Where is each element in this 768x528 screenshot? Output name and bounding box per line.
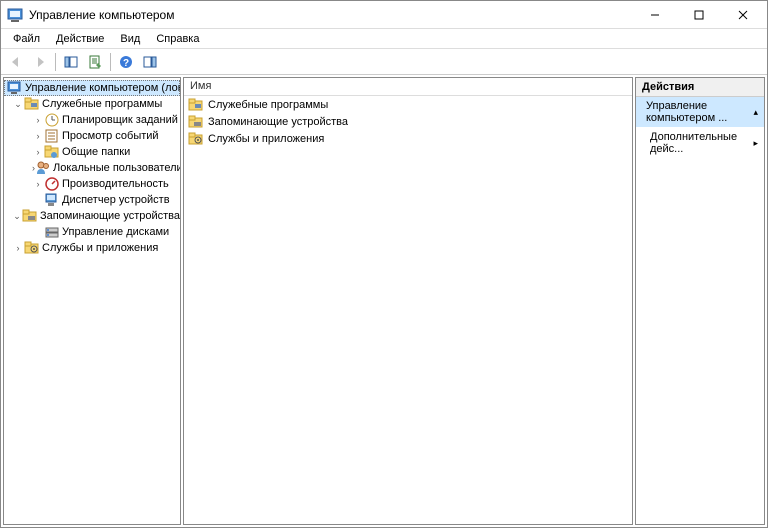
show-hide-tree-button[interactable]	[60, 51, 82, 73]
event-viewer-icon	[44, 128, 60, 144]
computer-management-icon	[7, 80, 23, 96]
tree-root[interactable]: Управление компьютером (локальным)	[4, 80, 180, 96]
blank-twisty	[32, 195, 44, 205]
tree-performance[interactable]: › Производительность	[4, 176, 180, 192]
list-item-label: Запоминающие устройства	[208, 116, 348, 128]
actions-more-label: Дополнительные дейс...	[650, 131, 753, 155]
list-item-services-apps[interactable]: Службы и приложения	[184, 130, 632, 147]
menubar: Файл Действие Вид Справка	[1, 29, 767, 49]
shared-folders-icon	[44, 144, 60, 160]
scheduler-icon	[44, 112, 60, 128]
menu-action[interactable]: Действие	[48, 31, 112, 47]
tree-system-tools[interactable]: ⌄ Служебные программы	[4, 96, 180, 112]
tree-shared-folders[interactable]: › Общие папки	[4, 144, 180, 160]
tree-local-users-label: Локальные пользователи и группы	[53, 162, 181, 174]
actions-context-label: Управление компьютером ...	[646, 100, 753, 124]
actions-header: Действия	[636, 78, 764, 97]
tree-storage[interactable]: ⌄ Запоминающие устройства	[4, 208, 180, 224]
left-pane: Управление компьютером (локальным) ⌄ Слу…	[3, 77, 181, 525]
navigation-tree: Управление компьютером (локальным) ⌄ Слу…	[4, 78, 180, 258]
tree-task-scheduler-label: Планировщик заданий	[62, 114, 178, 126]
minimize-button[interactable]	[633, 2, 677, 28]
actions-context-title[interactable]: Управление компьютером ... ▴	[636, 97, 764, 127]
users-icon	[35, 160, 51, 176]
collapse-icon[interactable]: ⌄	[12, 99, 24, 110]
window: Управление компьютером Файл Действие Вид…	[0, 0, 768, 528]
actions-more[interactable]: Дополнительные дейс... ▸	[636, 127, 764, 159]
content-area: Управление компьютером (локальным) ⌄ Слу…	[1, 75, 767, 527]
properties-button[interactable]	[84, 51, 106, 73]
services-apps-icon	[24, 240, 40, 256]
tree-disk-management[interactable]: Управление дисками	[4, 224, 180, 240]
tools-folder-icon	[24, 96, 40, 112]
menu-help[interactable]: Справка	[148, 31, 207, 47]
app-icon	[7, 7, 23, 23]
expand-icon[interactable]: ›	[32, 131, 44, 141]
window-controls	[633, 2, 765, 28]
expand-icon[interactable]: ›	[32, 115, 44, 125]
collapse-icon: ▴	[753, 107, 758, 118]
disk-management-icon	[44, 224, 60, 240]
tree-task-scheduler[interactable]: › Планировщик заданий	[4, 112, 180, 128]
column-header-name[interactable]: Имя	[184, 78, 632, 96]
blank-twisty	[32, 227, 44, 237]
toolbar-separator-2	[110, 53, 111, 71]
tree-performance-label: Производительность	[62, 178, 169, 190]
expand-icon[interactable]: ›	[32, 179, 44, 189]
toolbar-separator	[55, 53, 56, 71]
titlebar: Управление компьютером	[1, 1, 767, 29]
help-button[interactable]: ?	[115, 51, 137, 73]
list-item-label: Служебные программы	[208, 99, 328, 111]
performance-icon	[44, 176, 60, 192]
maximize-button[interactable]	[677, 2, 721, 28]
chevron-right-icon: ▸	[753, 138, 758, 149]
storage-folder-icon	[22, 208, 38, 224]
back-button[interactable]	[5, 51, 27, 73]
menu-view[interactable]: Вид	[112, 31, 148, 47]
menu-file[interactable]: Файл	[5, 31, 48, 47]
services-apps-icon	[188, 131, 204, 147]
tree-event-viewer[interactable]: › Просмотр событий	[4, 128, 180, 144]
tree-shared-folders-label: Общие папки	[62, 146, 130, 158]
toolbar: ?	[1, 49, 767, 75]
tree-disk-management-label: Управление дисками	[62, 226, 169, 238]
tree-system-tools-label: Служебные программы	[42, 98, 162, 110]
list-item-storage[interactable]: Запоминающие устройства	[184, 113, 632, 130]
expand-icon[interactable]: ›	[12, 243, 24, 253]
tree-storage-label: Запоминающие устройства	[40, 210, 180, 222]
device-manager-icon	[44, 192, 60, 208]
tree-local-users[interactable]: › Локальные пользователи и группы	[4, 160, 180, 176]
tree-event-viewer-label: Просмотр событий	[62, 130, 159, 142]
action-pane-button[interactable]	[139, 51, 161, 73]
tree-root-label: Управление компьютером (локальным)	[25, 82, 181, 94]
svg-text:?: ?	[123, 58, 129, 69]
window-title: Управление компьютером	[29, 8, 633, 22]
center-pane: Имя Служебные программы Запоминающие уст…	[183, 77, 633, 525]
close-button[interactable]	[721, 2, 765, 28]
list-item-label: Службы и приложения	[208, 133, 324, 145]
tree-services-apps-label: Службы и приложения	[42, 242, 158, 254]
tools-folder-icon	[188, 97, 204, 113]
tree-device-manager-label: Диспетчер устройств	[62, 194, 170, 206]
forward-button[interactable]	[29, 51, 51, 73]
actions-pane: Действия Управление компьютером ... ▴ До…	[635, 77, 765, 525]
storage-folder-icon	[188, 114, 204, 130]
collapse-icon[interactable]: ⌄	[12, 211, 22, 222]
tree-services-apps[interactable]: › Службы и приложения	[4, 240, 180, 256]
list-item-system-tools[interactable]: Служебные программы	[184, 96, 632, 113]
expand-icon[interactable]: ›	[32, 147, 44, 157]
tree-device-manager[interactable]: Диспетчер устройств	[4, 192, 180, 208]
